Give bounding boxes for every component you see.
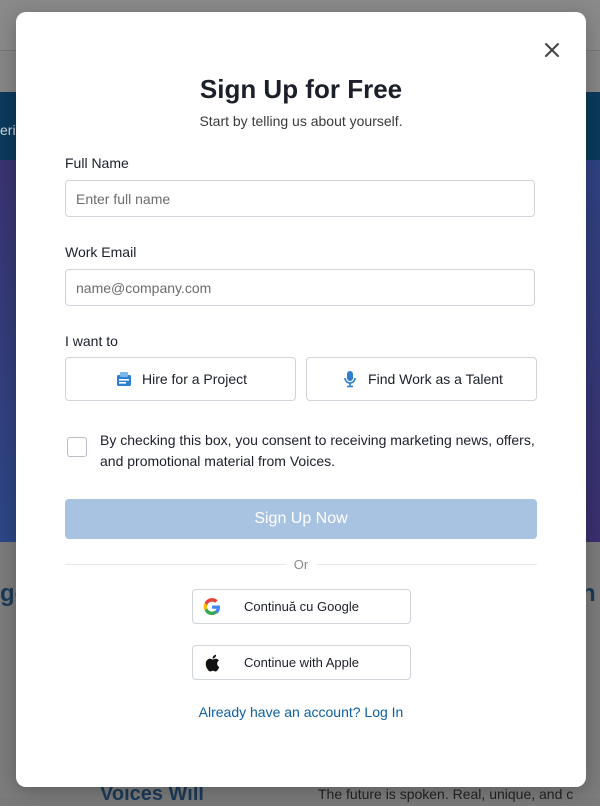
intent-label: I want to	[65, 333, 118, 349]
close-button[interactable]	[542, 40, 562, 60]
clipboard-icon	[114, 369, 134, 389]
hire-for-project-button[interactable]: Hire for a Project	[65, 357, 296, 401]
google-signin-button[interactable]: Continuă cu Google	[192, 589, 411, 624]
login-link[interactable]: Already have an account? Log In	[16, 704, 586, 720]
full-name-input[interactable]	[65, 180, 535, 217]
modal-subtitle: Start by telling us about yourself.	[199, 113, 403, 129]
apple-signin-label: Continue with Apple	[244, 655, 359, 670]
work-email-label: Work Email	[65, 244, 137, 260]
full-name-label: Full Name	[65, 155, 129, 171]
signup-modal: Sign Up for Free Start by telling us abo…	[16, 12, 586, 787]
sign-up-now-button[interactable]: Sign Up Now	[65, 499, 537, 539]
close-icon	[545, 43, 559, 57]
or-label: Or	[286, 557, 316, 572]
consent-checkbox[interactable]	[67, 437, 87, 457]
modal-title: Sign Up for Free	[199, 74, 403, 104]
consent-text: By checking this box, you consent to rec…	[100, 432, 535, 469]
apple-signin-button[interactable]: Continue with Apple	[192, 645, 411, 680]
work-email-input[interactable]	[65, 269, 535, 306]
apple-icon	[203, 654, 221, 672]
google-signin-label: Continuă cu Google	[244, 599, 359, 614]
background-bottom-text: The future is spoken. Real, unique, and …	[318, 786, 574, 802]
google-icon	[203, 597, 221, 616]
microphone-icon	[340, 369, 360, 389]
background-banner-text: eri	[0, 122, 16, 138]
find-work-talent-button[interactable]: Find Work as a Talent	[306, 357, 537, 401]
hire-for-project-label: Hire for a Project	[141, 371, 248, 387]
find-work-talent-label: Find Work as a Talent	[368, 371, 503, 387]
